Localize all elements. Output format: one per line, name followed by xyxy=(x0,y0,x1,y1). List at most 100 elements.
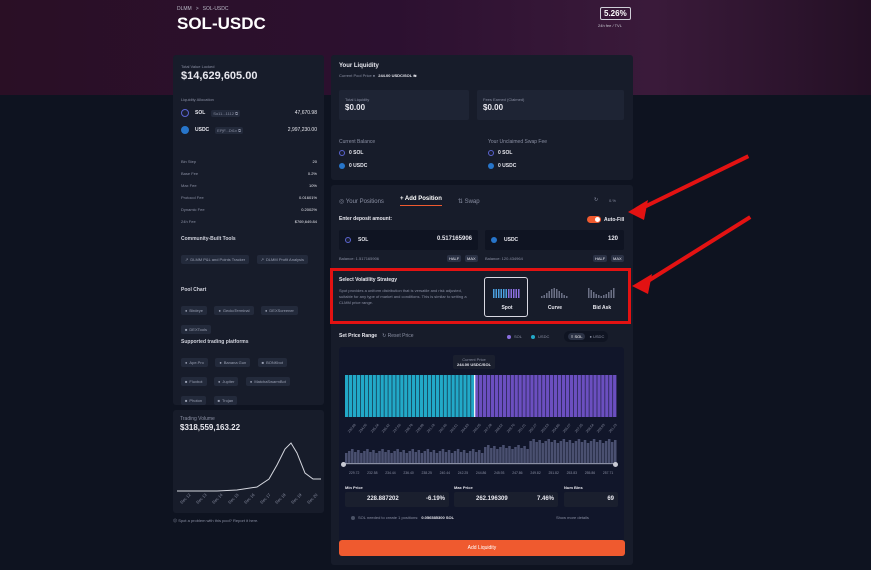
tool-profit-analysis[interactable]: ↗ DLMM Profit Analysis xyxy=(256,255,308,264)
platform-jupiter[interactable]: ● Jupiter xyxy=(214,377,239,386)
platform-apepro[interactable]: ● Ape.Pro xyxy=(181,358,208,367)
pool-price-value[interactable]: 244.00 USDC/SOL ⇆ xyxy=(378,73,416,78)
max-price-input[interactable]: 262.196309 7.46% xyxy=(454,492,558,507)
platform-trojan[interactable]: ■ Trojan xyxy=(213,396,238,405)
sol-half-button[interactable]: HALF xyxy=(447,255,462,262)
platform-fluxbot[interactable]: ■ Fluxbot xyxy=(181,377,207,386)
histogram-bar xyxy=(550,442,554,463)
show-more-details[interactable]: Show more details xyxy=(556,515,589,520)
liquidity-bin xyxy=(510,375,514,417)
chart-geckoterminal[interactable]: ● GeckoTerminal xyxy=(214,306,254,315)
min-price-percent: -6.19% xyxy=(425,496,445,502)
liquidity-bin xyxy=(451,375,455,417)
legend-sol-dot xyxy=(507,334,511,339)
liquidity-bin xyxy=(423,375,428,417)
range-slider-tick: 247.86 xyxy=(512,471,523,475)
usdc-max-button[interactable]: MAX xyxy=(611,255,624,262)
histogram-bar xyxy=(360,453,363,463)
pool-price-row: Current Pool Price ● 244.00 USDC/SOL ⇆ xyxy=(339,73,417,78)
histogram-bar xyxy=(384,452,387,463)
bin-price-tick: 242.40 xyxy=(437,423,448,434)
fees-earned-box: Fees Earned (Claimed) $0.00 xyxy=(477,90,624,120)
tab-add-position[interactable]: + Add Position xyxy=(399,196,442,206)
tab-swap[interactable]: ⇅ Swap xyxy=(458,198,480,205)
platform-matchaswarm[interactable]: ● MatchaSwarmBot xyxy=(245,377,290,386)
chart-dextools[interactable]: ■ DEXTools xyxy=(181,325,211,334)
platform-bonkbot[interactable]: ■ BONKbot xyxy=(257,358,287,367)
histogram-bar xyxy=(580,442,584,463)
liquidity-bin xyxy=(597,375,601,417)
swap-icon: ⇅ xyxy=(457,198,465,205)
sol-max-button[interactable]: MAX xyxy=(465,255,478,262)
usdc-half-button[interactable]: HALF xyxy=(593,255,608,262)
range-max-handle[interactable] xyxy=(613,462,618,467)
histogram-bar xyxy=(357,450,360,463)
histogram-bar xyxy=(459,452,463,463)
alloc-row-usdc: USDC EPjF...Dt1v ⧉ 2,997,230.00 xyxy=(181,126,317,134)
usdc-amount-input[interactable]: 120 xyxy=(608,236,618,242)
range-slider-track[interactable] xyxy=(345,463,617,465)
chart-dexscreener[interactable]: ● DEXScreener xyxy=(261,306,298,315)
pool-info-card: Total Value Locked $14,629,605.00 Liquid… xyxy=(173,55,324,405)
bin-price-tick: 236.42 xyxy=(381,423,391,434)
unit-usdc[interactable]: ● USDC xyxy=(589,334,604,339)
annotation-arrow-autofill xyxy=(635,154,750,213)
bin-price-tick: 258.64 xyxy=(585,423,595,434)
histogram-bar xyxy=(610,442,614,463)
histogram-bar xyxy=(429,452,433,463)
platform-bananagun[interactable]: ● Banana Gun xyxy=(215,358,251,367)
price-range-chart: Current Price 244.00 USDC/SOL 232.89 234.… xyxy=(339,347,624,547)
platforms-list: ● Ape.Pro ● Banana Gun ■ BONKbot ■ Fluxbot ●… xyxy=(181,351,321,408)
stat-dynamic-fee: Dynamic Fee 0.2002% xyxy=(181,206,317,212)
alloc-sol-address[interactable]: So11...1112 ⧉ xyxy=(211,109,240,117)
jupiter-icon: ● xyxy=(218,379,221,384)
min-price-value[interactable]: 228.887202 xyxy=(367,496,399,502)
report-problem-link[interactable]: ☹ Spot a problem with this pool? Report … xyxy=(173,518,258,523)
liquidity-bin xyxy=(400,375,404,417)
liquidity-bin xyxy=(542,375,546,417)
autofill-toggle[interactable] xyxy=(587,216,601,223)
histogram-bar xyxy=(562,439,566,463)
refresh-icon[interactable]: ↻ xyxy=(594,197,598,203)
histogram-bar xyxy=(547,439,551,463)
usdc-token-label: USDC xyxy=(504,237,519,243)
histogram-bar xyxy=(441,449,445,463)
histogram-bar xyxy=(345,453,348,463)
histogram-bar xyxy=(502,445,505,463)
tab-your-positions[interactable]: ◎ Your Positions xyxy=(339,198,384,205)
unit-sol[interactable]: ≡ SOL xyxy=(568,333,586,340)
num-bins-input[interactable]: 69 xyxy=(564,492,618,507)
min-price-input[interactable]: 228.887202 -6.19% xyxy=(345,492,449,507)
histogram-bar xyxy=(405,453,408,463)
platform-photon[interactable]: ■ Photon xyxy=(181,396,207,405)
tool-pnl-tracker[interactable]: ↗ DLMM P&L and Points Tracker xyxy=(181,255,250,264)
sol-amount-field[interactable]: SOL 0.517165906 xyxy=(339,230,478,250)
range-slider-tick: 257.71 xyxy=(602,471,614,475)
liquidity-bin xyxy=(605,375,609,417)
trojan-icon: ■ xyxy=(217,398,220,403)
price-unit-toggle[interactable]: ≡ SOL ● USDC xyxy=(564,331,609,342)
add-liquidity-button[interactable]: Add Liquidity xyxy=(339,540,625,556)
reset-price-button[interactable]: ↻ Reset Price xyxy=(382,333,413,339)
max-price-value[interactable]: 262.196309 xyxy=(476,496,508,502)
annotation-arrowhead-strategy xyxy=(632,274,652,294)
bin-price-tick: 241.19 xyxy=(426,423,437,434)
community-tools-list: ↗ DLMM P&L and Points Tracker ↗ DLMM Profi… xyxy=(181,248,317,267)
range-slider-tick: 245.93 xyxy=(494,471,505,475)
histogram-bar xyxy=(438,451,442,463)
liquidity-bin xyxy=(589,375,593,417)
num-bins-value[interactable]: 69 xyxy=(607,496,614,502)
usdc-amount-field[interactable]: USDC 120 xyxy=(485,230,624,250)
bonkbot-icon: ■ xyxy=(261,360,265,365)
slippage-setting[interactable]: 0.% xyxy=(609,198,616,203)
histogram-bar xyxy=(517,445,520,463)
liquidity-bin xyxy=(494,375,499,417)
chart-birdeye[interactable]: ● Birdeye xyxy=(181,306,207,315)
sol-amount-input[interactable]: 0.517165906 xyxy=(437,236,472,242)
rent-value: 0.056585300 SOL xyxy=(421,515,455,520)
histogram-bar xyxy=(544,441,547,463)
range-min-handle[interactable] xyxy=(341,462,346,467)
liquidity-bin xyxy=(522,375,526,417)
breadcrumb-dlmm[interactable]: DLMM xyxy=(177,6,192,12)
alloc-usdc-address[interactable]: EPjF...Dt1v ⧉ xyxy=(215,126,243,134)
